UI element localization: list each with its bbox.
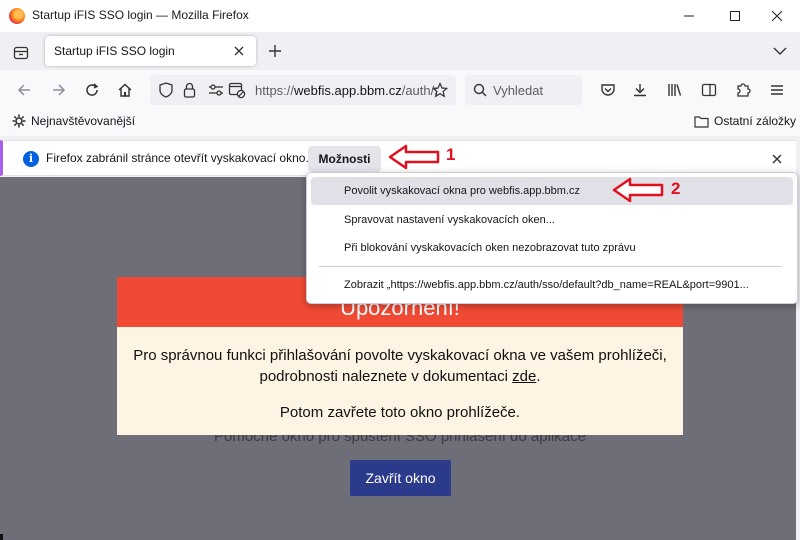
minimize-icon <box>684 15 694 17</box>
menu-separator <box>319 266 781 267</box>
close-window-button[interactable] <box>754 0 800 32</box>
library-button[interactable] <box>661 76 689 104</box>
popup-blocked-icon[interactable] <box>228 81 246 99</box>
folder-icon <box>694 115 709 128</box>
notification-close-button[interactable] <box>768 150 786 168</box>
menu-item-manage-popup-settings[interactable]: Spravovat nastavení vyskakovacích oken..… <box>311 206 793 234</box>
tab-startup-ifis[interactable]: Startup iFIS SSO login <box>45 36 256 66</box>
bookmark-star-button[interactable] <box>430 80 450 100</box>
warning-text-line2-prefix: podrobnosti naleznete v dokumentaci <box>259 368 513 385</box>
title-bar: Startup iFIS SSO login — Mozilla Firefox <box>0 0 800 32</box>
search-placeholder: Vyhledat <box>493 83 544 98</box>
hamburger-menu-icon <box>771 85 783 95</box>
notification-message: Firefox zabránil stránce otevřít vyskako… <box>46 151 309 165</box>
documentation-link[interactable]: zde <box>512 368 536 385</box>
pocket-icon <box>601 84 615 96</box>
menu-button[interactable] <box>763 76 791 104</box>
menu-item-label: Povolit vyskakovací okna pro webfis.app.… <box>344 185 581 197</box>
url-scheme: https:// <box>255 83 295 98</box>
maximize-button[interactable] <box>712 0 758 32</box>
bookmark-most-visited[interactable]: Nejnavštěvovanější <box>12 114 135 128</box>
menu-item-label: Spravovat nastavení vyskakovacích oken..… <box>344 214 555 226</box>
url-text[interactable]: https://webfis.app.bbm.cz/auth/sso/defau… <box>255 83 437 98</box>
options-button-label: Možnosti <box>318 152 371 166</box>
star-icon <box>432 82 448 98</box>
close-window-page-button[interactable]: Zavřít okno <box>350 460 451 496</box>
close-window-page-button-label: Zavřít okno <box>365 470 436 486</box>
search-icon <box>473 83 487 97</box>
bookmark-other[interactable]: Ostatní záložky <box>694 114 796 128</box>
reload-button[interactable] <box>78 76 106 104</box>
firefox-logo-icon <box>9 8 25 24</box>
options-menu: Povolit vyskakovací okna pro webfis.app.… <box>306 172 798 304</box>
new-tab-button[interactable] <box>264 40 286 62</box>
warning-text-line2: podrobnosti naleznete v dokumentaci zde. <box>117 368 683 385</box>
warning-text-line3: Potom zavřete toto okno prohlížeče. <box>279 404 521 421</box>
gear-icon <box>12 114 26 128</box>
tab-close-button[interactable] <box>231 43 247 59</box>
permissions-icon <box>209 84 223 96</box>
maximize-icon <box>730 11 740 21</box>
firefox-view-icon <box>13 46 29 60</box>
menu-item-dont-show-message[interactable]: Při blokování vyskakovacích oken nezobra… <box>311 234 793 262</box>
download-icon <box>634 84 646 97</box>
bookmark-most-visited-label: Nejnavštěvovanější <box>31 114 136 128</box>
reload-icon <box>86 83 99 96</box>
back-button[interactable] <box>10 76 38 104</box>
arrow-left-icon <box>17 84 30 96</box>
tab-title: Startup iFIS SSO login <box>54 44 175 58</box>
sidebar-icon <box>701 83 717 97</box>
warning-text-line2-suffix: . <box>536 368 541 385</box>
library-icon <box>668 84 682 96</box>
options-button[interactable]: Možnosti <box>308 146 381 172</box>
plus-icon <box>269 45 281 57</box>
pocket-button[interactable] <box>594 76 622 104</box>
home-button[interactable] <box>111 76 139 104</box>
info-icon: i <box>23 151 39 167</box>
menu-item-label: Při blokování vyskakovacích oken nezobra… <box>344 242 636 254</box>
search-bar[interactable]: Vyhledat <box>465 75 582 105</box>
url-host: webfis.app.bbm.cz <box>294 83 402 98</box>
url-bar[interactable]: https://webfis.app.bbm.cz/auth/sso/defau… <box>150 75 456 105</box>
chevron-down-icon <box>773 47 787 55</box>
window-edge-mark <box>0 534 3 540</box>
puzzle-icon <box>737 83 751 97</box>
menu-item-label: Zobrazit „https://webfis.app.bbm.cz/auth… <box>344 279 749 291</box>
close-icon <box>772 11 782 21</box>
arrow-right-icon <box>53 84 66 96</box>
close-icon <box>234 46 244 56</box>
menu-item-allow-popups[interactable]: Povolit vyskakovací okna pro webfis.app.… <box>311 177 793 205</box>
home-icon <box>118 83 132 97</box>
window-title: Startup iFIS SSO login — Mozilla Firefox <box>32 8 249 22</box>
menu-item-show-popup-url[interactable]: Zobrazit „https://webfis.app.bbm.cz/auth… <box>311 271 793 299</box>
bookmark-other-label: Ostatní záložky <box>714 114 797 128</box>
minimize-button[interactable] <box>666 0 712 32</box>
annotation-arrow-icon <box>388 144 440 170</box>
annotation-arrow-icon <box>612 177 664 203</box>
shield-icon <box>159 82 173 98</box>
annotation-number: 2 <box>671 179 681 198</box>
extensions-button[interactable] <box>729 76 757 104</box>
sidebar-button[interactable] <box>695 76 723 104</box>
close-icon <box>772 154 782 164</box>
lock-icon <box>183 82 196 98</box>
annotation-number: 1 <box>446 145 456 164</box>
downloads-button[interactable] <box>626 76 654 104</box>
tab-list-button[interactable] <box>768 40 792 62</box>
forward-button[interactable] <box>45 76 73 104</box>
firefox-view-button[interactable] <box>8 40 34 64</box>
warning-text-line1: Pro správnou funkci přihlašování povolte… <box>133 347 667 364</box>
